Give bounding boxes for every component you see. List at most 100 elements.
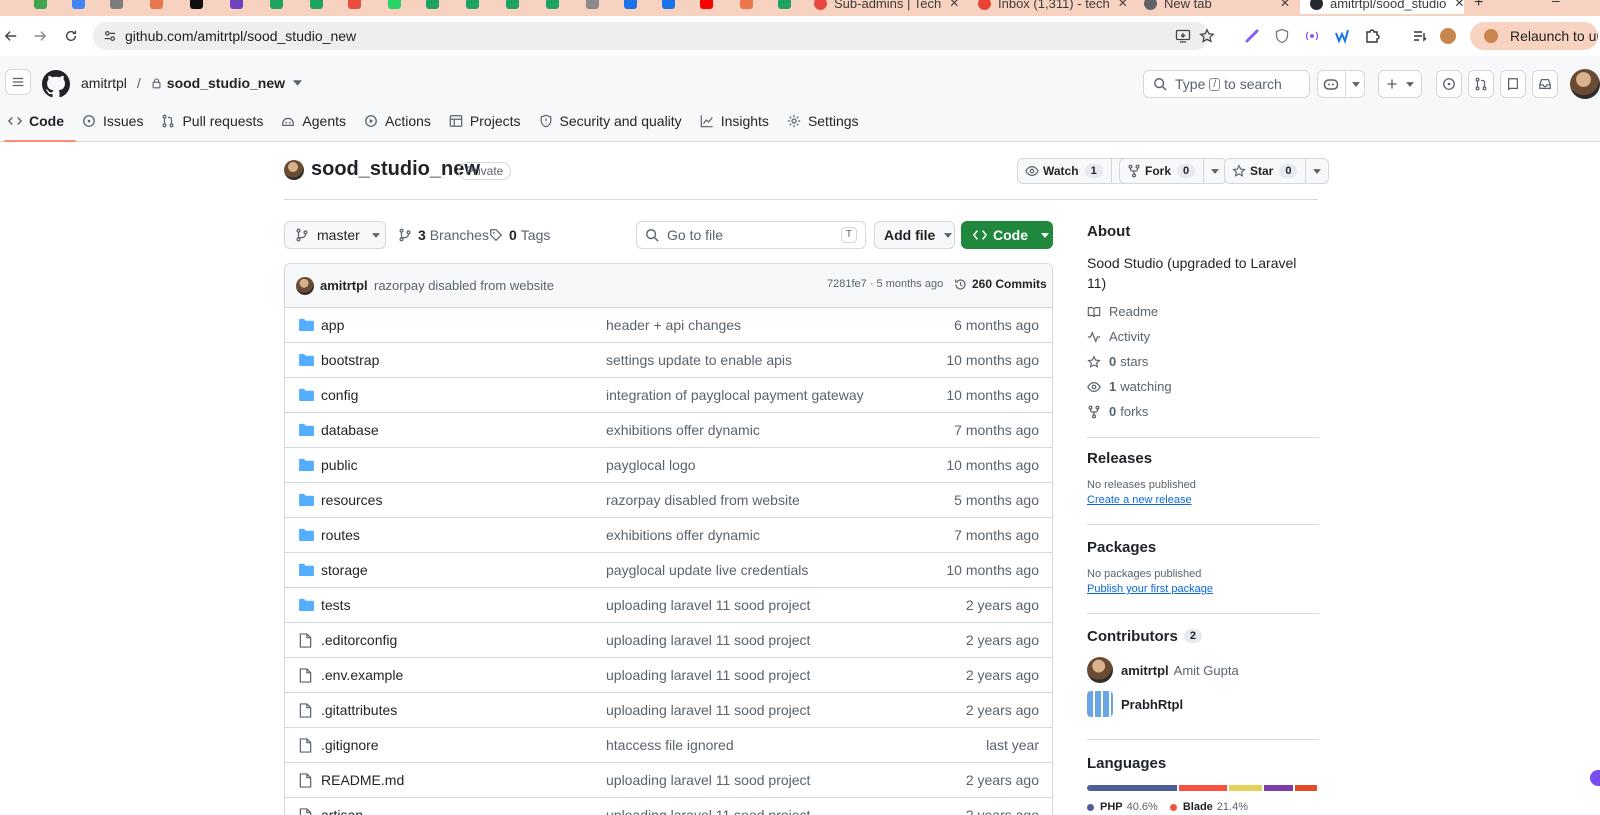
- close-icon[interactable]: ✕: [1280, 0, 1290, 10]
- contributor-item[interactable]: PrabhRtpl: [1087, 691, 1188, 717]
- commit-sha-time[interactable]: 7281fe7 · 5 months ago: [827, 278, 943, 290]
- file-name-link[interactable]: tests: [321, 597, 351, 613]
- search-input[interactable]: Type / to search: [1143, 70, 1310, 98]
- owner-avatar[interactable]: [284, 160, 304, 180]
- profile-avatar[interactable]: [1440, 28, 1456, 44]
- tab-favicon-icon[interactable]: [740, 0, 753, 9]
- tab-favicon-icon[interactable]: [778, 0, 791, 9]
- github-logo-icon[interactable]: [42, 70, 70, 98]
- file-name-link[interactable]: artisan: [321, 807, 363, 815]
- copilot-button[interactable]: [1317, 70, 1365, 98]
- file-name-link[interactable]: public: [321, 457, 358, 473]
- bookmark-star-icon[interactable]: [1199, 28, 1215, 44]
- file-name-link[interactable]: .gitattributes: [321, 702, 397, 718]
- tab-favicon-icon[interactable]: [348, 0, 361, 9]
- commit-author[interactable]: amitrtpl: [320, 278, 368, 293]
- tab-security-and-quality[interactable]: Security and quality: [531, 108, 690, 134]
- commit-message-link[interactable]: uploading laravel 11 sood project: [606, 772, 810, 788]
- file-name-link[interactable]: resources: [321, 492, 382, 508]
- commit-message[interactable]: razorpay disabled from website: [374, 278, 554, 293]
- browser-tab[interactable]: Sub-admins | Tech ✕: [814, 0, 964, 14]
- watching-link[interactable]: 1 watching: [1087, 379, 1172, 394]
- tab-favicon-icon[interactable]: [190, 0, 203, 9]
- tab-insights[interactable]: Insights: [692, 108, 777, 134]
- back-icon[interactable]: [0, 25, 22, 47]
- tab-favicon-icon[interactable]: [546, 0, 559, 9]
- contributor-item[interactable]: amitrtpl Amit Gupta: [1087, 657, 1239, 683]
- extensions-puzzle-icon[interactable]: [1364, 28, 1380, 44]
- repositories-button[interactable]: [1500, 70, 1526, 98]
- file-name-link[interactable]: README.md: [321, 772, 404, 788]
- file-name-link[interactable]: database: [321, 422, 379, 438]
- activity-link[interactable]: Activity: [1087, 329, 1150, 344]
- tab-favicon-icon[interactable]: [110, 0, 123, 9]
- commit-message-link[interactable]: uploading laravel 11 sood project: [606, 632, 810, 648]
- commit-message-link[interactable]: uploading laravel 11 sood project: [606, 597, 810, 613]
- file-name-link[interactable]: config: [321, 387, 358, 403]
- forks-link[interactable]: 0 forks: [1087, 404, 1148, 419]
- commit-message-link[interactable]: uploading laravel 11 sood project: [606, 702, 810, 718]
- releases-heading[interactable]: Releases: [1087, 450, 1152, 467]
- commit-message-link[interactable]: payglocal logo: [606, 457, 696, 473]
- commit-message-link[interactable]: exhibitions offer dynamic: [606, 527, 760, 543]
- browser-tab[interactable]: Inbox (1,311) - tech ✕: [978, 0, 1128, 14]
- pull-requests-button[interactable]: [1468, 70, 1494, 98]
- stars-link[interactable]: 0 stars: [1087, 354, 1148, 369]
- packages-heading[interactable]: Packages: [1087, 539, 1156, 556]
- star-dropdown[interactable]: [1306, 159, 1328, 183]
- language-segment[interactable]: [1228, 785, 1262, 791]
- contributors-heading[interactable]: Contributors 2: [1087, 628, 1202, 645]
- tab-favicon-icon[interactable]: [34, 0, 47, 9]
- tab-favicon-icon[interactable]: [586, 0, 599, 9]
- chevron-down-icon[interactable]: [293, 80, 303, 86]
- tab-pull-requests[interactable]: Pull requests: [153, 108, 271, 134]
- browser-tab[interactable]: New tab ✕: [1144, 0, 1290, 14]
- tab-favicon-icon[interactable]: [426, 0, 439, 9]
- publish-package-link[interactable]: Publish your first package: [1087, 583, 1213, 595]
- go-to-file-input[interactable]: Go to file T: [636, 221, 866, 249]
- commit-message-link[interactable]: razorpay disabled from website: [606, 492, 800, 508]
- tab-favicon-icon[interactable]: [270, 0, 283, 9]
- close-icon[interactable]: ✕: [1454, 0, 1464, 10]
- commit-message-link[interactable]: integration of payglocal payment gateway: [606, 387, 864, 403]
- add-file-button[interactable]: Add file: [874, 221, 955, 249]
- close-icon[interactable]: ✕: [949, 0, 959, 10]
- relaunch-button[interactable]: Relaunch to update: [1470, 22, 1598, 50]
- file-name-link[interactable]: .gitignore: [321, 737, 379, 753]
- fork-dropdown[interactable]: [1204, 159, 1226, 183]
- owner-link[interactable]: amitrtpl: [81, 75, 127, 91]
- extension-shield-icon[interactable]: [1274, 28, 1290, 44]
- file-name-link[interactable]: storage: [321, 562, 368, 578]
- tab-favicon-icon[interactable]: [150, 0, 163, 9]
- language-segment[interactable]: [1087, 785, 1178, 791]
- inbox-button[interactable]: [1532, 70, 1558, 98]
- extension-vimeo-icon[interactable]: [1334, 28, 1350, 44]
- issues-button[interactable]: [1436, 70, 1462, 98]
- language-segment[interactable]: [1263, 785, 1293, 791]
- browser-tab-active[interactable]: amitrtpl/sood_studio ✕: [1300, 0, 1464, 14]
- site-info-icon[interactable]: [103, 29, 117, 43]
- commits-link[interactable]: 260 Commits: [954, 277, 1047, 291]
- create-new-button[interactable]: [1378, 70, 1422, 98]
- commit-message-link[interactable]: payglocal update live credentials: [606, 562, 808, 578]
- file-name-link[interactable]: bootstrap: [321, 352, 379, 368]
- minimize-icon[interactable]: –: [1552, 0, 1560, 8]
- reading-list-icon[interactable]: [1412, 28, 1428, 44]
- user-avatar[interactable]: [1570, 69, 1600, 99]
- tab-projects[interactable]: Projects: [441, 108, 529, 134]
- file-name-link[interactable]: .editorconfig: [321, 632, 397, 648]
- star-button[interactable]: Star 0: [1225, 159, 1307, 183]
- repo-link[interactable]: sood_studio_new: [167, 75, 285, 91]
- file-name-link[interactable]: routes: [321, 527, 360, 543]
- file-name-link[interactable]: .env.example: [321, 667, 403, 683]
- file-name-link[interactable]: app: [321, 317, 344, 333]
- tags-link[interactable]: 0 Tags: [489, 227, 550, 243]
- readme-link[interactable]: Readme: [1087, 304, 1158, 319]
- commit-message-link[interactable]: exhibitions offer dynamic: [606, 422, 760, 438]
- close-icon[interactable]: ✕: [1118, 0, 1128, 10]
- watch-button[interactable]: Watch 1: [1018, 159, 1112, 183]
- tab-favicon-icon[interactable]: [310, 0, 323, 9]
- tab-favicon-icon[interactable]: [72, 0, 85, 9]
- new-tab-icon[interactable]: +: [1474, 0, 1483, 12]
- install-app-icon[interactable]: [1175, 28, 1191, 44]
